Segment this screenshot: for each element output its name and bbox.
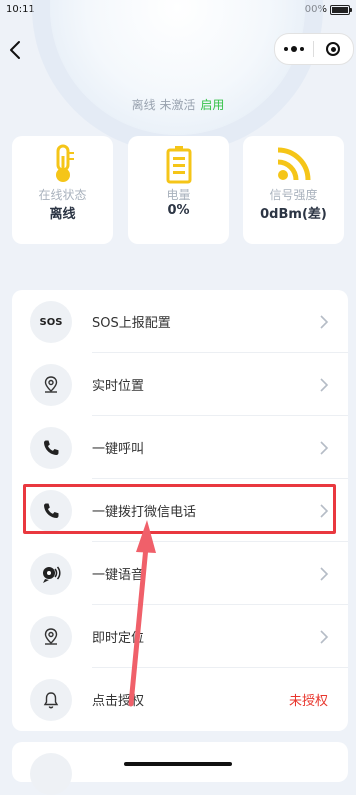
bell-icon (30, 679, 72, 721)
phone-icon (30, 427, 72, 469)
chevron-right-icon (320, 567, 329, 581)
chevron-left-icon (10, 41, 20, 59)
battery-status-icon (330, 4, 352, 15)
signal-icon (277, 147, 310, 181)
menu-item-label: 一键语音 (92, 568, 145, 583)
stat-value: 离线 (49, 207, 76, 222)
menu-item-one-key-voice[interactable]: 一键语音 (12, 542, 348, 605)
miniprogram-capsule (274, 33, 354, 65)
chevron-right-icon (320, 315, 329, 329)
menu-item-authorize[interactable]: 点击授权 未授权 (12, 668, 348, 731)
card-icon (30, 753, 72, 795)
phone-icon (30, 490, 72, 532)
location-pin-icon (30, 616, 72, 658)
voice-icon (30, 553, 72, 595)
menu-item-label: 实时位置 (92, 379, 145, 394)
chevron-right-icon (320, 378, 329, 392)
stat-label: 电量 (166, 188, 191, 202)
more-menu-button[interactable] (275, 45, 313, 52)
back-button[interactable] (4, 38, 28, 62)
stat-battery: 电量 0% (128, 136, 229, 244)
status-right: 100% (298, 4, 352, 15)
stat-signal: 信号强度 0dBm(差) (243, 136, 344, 244)
menu-item-label: SOS上报配置 (92, 316, 171, 331)
stat-online-status: 在线状态 离线 (12, 136, 113, 244)
stat-value: 0% (167, 203, 190, 218)
menu-item-realtime-location[interactable]: 实时位置 (12, 353, 348, 416)
battery-icon (166, 146, 191, 184)
home-indicator (124, 762, 232, 766)
menu-item-label: 即时定位 (92, 631, 145, 646)
menu-item-label: 点击授权 (92, 694, 145, 709)
target-icon (326, 42, 340, 56)
device-avatar-circle (50, 0, 305, 135)
menu-item-sos-config[interactable]: SOS SOS上报配置 (12, 290, 348, 353)
menu-item-one-key-call[interactable]: 一键呼叫 (12, 416, 348, 479)
device-status-line: 离线 未激活 启用 (0, 96, 356, 113)
close-miniprogram-button[interactable] (314, 42, 352, 56)
chevron-right-icon (320, 630, 329, 644)
sos-icon: SOS (30, 301, 72, 343)
sos-icon-text: SOS (39, 316, 63, 328)
authorization-status: 未授权 (288, 694, 328, 709)
menu-item-label: 一键呼叫 (92, 442, 145, 457)
stats-row: 在线状态 离线 电量 0% 信号强度 0dBm(差) (12, 136, 348, 244)
stat-label: 信号强度 (269, 188, 318, 202)
thermometer-icon (55, 144, 74, 182)
menu-item-wechat-call[interactable]: 一键拨打微信电话 (12, 479, 348, 542)
location-pin-icon (30, 364, 72, 406)
function-menu: SOS SOS上报配置 实时位置 一键呼叫 一键拨打微信电话 一键语音 即时定位… (12, 290, 348, 731)
device-state: 离线 未激活 (131, 98, 196, 112)
stat-label: 在线状态 (38, 188, 87, 202)
status-time: 10:11 (6, 4, 35, 15)
chevron-right-icon (320, 504, 329, 518)
menu-item-label: 一键拨打微信电话 (92, 505, 197, 520)
stat-value: 0dBm(差) (260, 207, 327, 222)
chevron-right-icon (320, 441, 329, 455)
enable-link[interactable]: 启用 (200, 98, 224, 112)
menu-item-instant-locate[interactable]: 即时定位 (12, 605, 348, 668)
